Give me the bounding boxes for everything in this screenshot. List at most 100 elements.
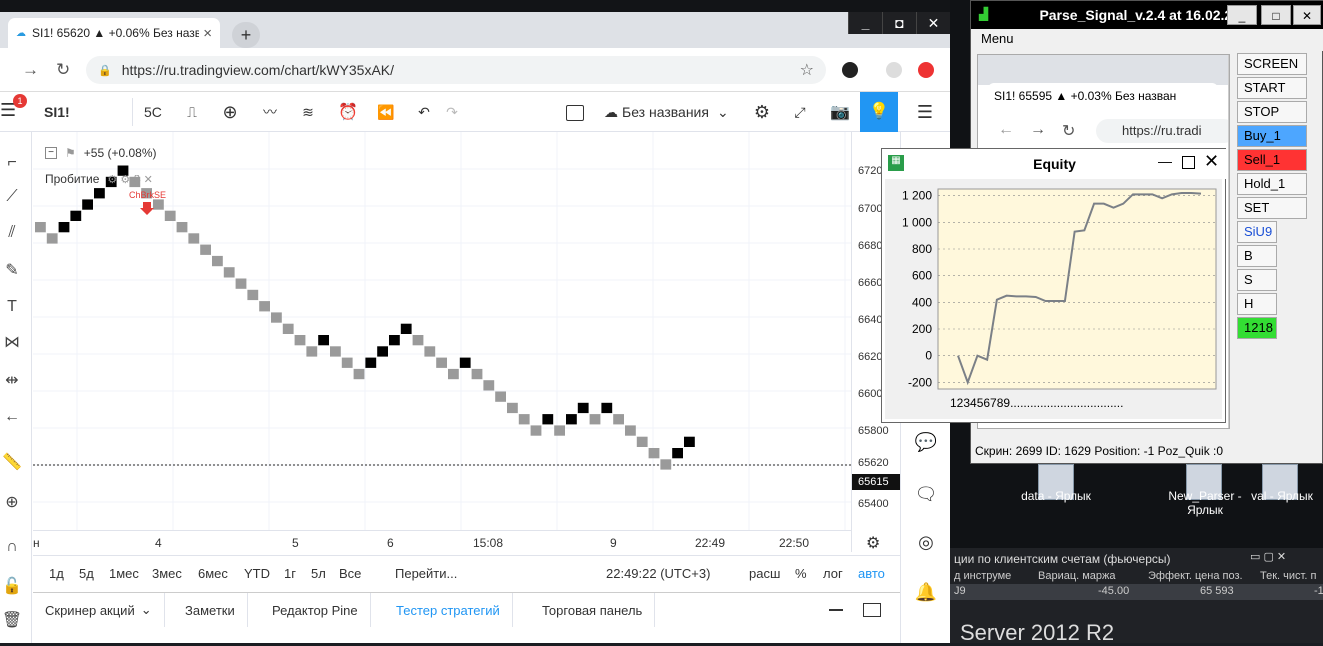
quik-window-controls[interactable]: ▭ ▢ ✕ <box>1250 550 1286 563</box>
templates-icon[interactable]: ≋ <box>294 100 322 124</box>
camera-icon[interactable]: 📷 <box>826 100 854 124</box>
extension-icon[interactable] <box>886 62 902 78</box>
equity-minimize-button[interactable]: — <box>1158 153 1172 169</box>
measure-icon[interactable]: ⇹ <box>0 370 24 390</box>
parse-button-start[interactable]: START <box>1237 77 1307 99</box>
parse-button-sell_1[interactable]: Sell_1 <box>1237 149 1307 171</box>
parse-minimize-button[interactable]: _ <box>1227 5 1257 25</box>
compare-icon[interactable]: ⊕ <box>218 100 242 124</box>
zoom-icon[interactable]: ⊕ <box>0 492 24 512</box>
bookmark-star-icon[interactable]: ☆ <box>800 60 814 80</box>
settings-icon[interactable]: ⚙ <box>750 100 774 124</box>
new-tab-button[interactable]: + <box>232 22 260 48</box>
maximize-panel-icon[interactable] <box>863 603 881 617</box>
scale-extended[interactable]: расш <box>749 566 780 581</box>
forward-icon[interactable]: → <box>22 60 39 80</box>
range-ytd[interactable]: YTD <box>244 566 270 581</box>
range-6m[interactable]: 6мес <box>198 566 228 581</box>
back-arrow-icon[interactable]: ← <box>0 408 24 426</box>
parse-maximize-button[interactable]: □ <box>1261 5 1291 25</box>
parse-button-stop[interactable]: STOP <box>1237 101 1307 123</box>
extension-icon[interactable] <box>842 62 858 78</box>
parse-menu[interactable]: Menu <box>971 29 1323 51</box>
scale-percent[interactable]: % <box>795 566 807 581</box>
equity-maximize-button[interactable] <box>1182 156 1195 169</box>
collapse-icon[interactable]: − <box>45 147 57 159</box>
parse-button-set[interactable]: SET <box>1237 197 1307 219</box>
range-1d[interactable]: 1д <box>49 566 64 581</box>
parse-button-h[interactable]: H <box>1237 293 1277 315</box>
magnet-icon[interactable]: ∩ <box>0 538 24 556</box>
quik-row[interactable]: J9 -45.00 65 593 -1 <box>950 584 1323 600</box>
time-axis[interactable]: н 4 5 6 15:08 9 22:49 22:50 <box>33 530 851 554</box>
redo-icon[interactable]: ↷ <box>440 100 464 124</box>
renko-brick <box>577 402 589 414</box>
chart-type-icon[interactable]: ⎍ <box>180 100 204 124</box>
expand-icon[interactable]: ⤢ <box>788 100 812 124</box>
crosshair-icon[interactable]: ⌐ <box>0 154 24 172</box>
notification-badge: 1 <box>13 94 27 108</box>
parse-button-hold_1[interactable]: Hold_1 <box>1237 173 1307 195</box>
scale-log[interactable]: лог <box>823 566 843 581</box>
parse-button-1218[interactable]: 1218 <box>1237 317 1277 339</box>
range-3m[interactable]: 3мес <box>152 566 182 581</box>
parse-button-siu9[interactable]: SiU9 <box>1237 221 1277 243</box>
parse-close-button[interactable]: ✕ <box>1293 5 1321 25</box>
equity-close-button[interactable]: ✕ <box>1204 151 1219 172</box>
ideas-lightbulb-icon[interactable]: 💡 <box>860 92 898 132</box>
tab-strategy-tester[interactable]: Тестер стратегий <box>384 593 513 627</box>
ruler-icon[interactable]: 📏 <box>0 452 24 472</box>
replay-icon[interactable]: ⏪ <box>374 100 398 124</box>
chart-area[interactable]: ChBrkSE − ⚑ +55 (+0.08%) Пробитие ⚙ ⚙ {}… <box>33 132 851 532</box>
brush-icon[interactable]: ✎ <box>0 260 24 280</box>
minimize-panel-icon[interactable] <box>829 609 843 611</box>
range-5d[interactable]: 5д <box>79 566 94 581</box>
range-5y[interactable]: 5л <box>311 566 326 581</box>
scale-auto[interactable]: авто <box>858 566 885 581</box>
tab-pine-editor[interactable]: Редактор Pine <box>260 593 371 627</box>
minimize-button[interactable]: _ <box>848 12 882 34</box>
interval-button[interactable]: 5С <box>144 100 162 124</box>
trendline-icon[interactable]: ⟋ <box>0 188 24 206</box>
lock-drawing-icon[interactable]: 🔓 <box>0 576 24 596</box>
study-legend[interactable]: Пробитие ⚙ ⚙ {} ✕ <box>45 172 153 186</box>
goto-date-button[interactable]: Перейти... <box>395 566 457 581</box>
layout-name-button[interactable]: ☁ Без названия ⌄ <box>604 100 729 124</box>
messages-icon[interactable]: 🗨 <box>912 484 940 512</box>
renko-brick <box>542 414 554 425</box>
parse-button-buy_1[interactable]: Buy_1 <box>1237 125 1307 147</box>
study-controls[interactable]: ⚙ ⚙ {} ✕ <box>107 173 152 186</box>
extension-icon[interactable] <box>918 62 934 78</box>
close-button[interactable]: ✕ <box>916 12 950 34</box>
reload-icon[interactable]: ↻ <box>56 60 70 80</box>
range-1y[interactable]: 1г <box>284 566 296 581</box>
range-1m[interactable]: 1мес <box>109 566 139 581</box>
undo-icon[interactable]: ↶ <box>412 100 436 124</box>
tab-close-icon[interactable]: × <box>203 25 212 42</box>
browser-tab[interactable]: ☁ SI1! 65620 ▲ +0.06% Без назван × <box>8 18 220 48</box>
chat-icon[interactable]: 💬 <box>912 432 940 460</box>
bell-icon[interactable]: 🔔 <box>912 582 940 610</box>
parse-button-s[interactable]: S <box>1237 269 1277 291</box>
range-all[interactable]: Все <box>339 566 361 581</box>
clock-timezone[interactable]: 22:49:22 (UTC+3) <box>606 566 710 581</box>
axis-settings-icon[interactable]: ⚙ <box>866 533 880 553</box>
fullscreen-box-icon[interactable] <box>566 105 584 121</box>
alert-icon[interactable]: ⏰ <box>336 100 360 124</box>
maximize-button[interactable]: ◘ <box>882 12 916 34</box>
trash-icon[interactable]: 🗑 <box>0 610 24 630</box>
pattern-icon[interactable]: ⋈ <box>0 332 24 352</box>
tab-trading-panel[interactable]: Торговая панель <box>530 593 656 627</box>
pitchfork-icon[interactable]: ⫽ <box>0 224 24 242</box>
symbol-search-button[interactable]: SI1! <box>44 100 70 124</box>
text-tool-icon[interactable]: T <box>0 298 24 316</box>
ideas-stream-icon[interactable]: ◎ <box>912 532 940 560</box>
watchlist-icon[interactable]: ☰ <box>912 100 938 124</box>
indicators-icon[interactable]: 〰 <box>256 100 284 124</box>
tab-stock-screener[interactable]: Скринер акций ⌄ <box>33 593 165 627</box>
parse-button-b[interactable]: B <box>1237 245 1277 267</box>
tab-notes[interactable]: Заметки <box>173 593 248 627</box>
scrollbar[interactable] <box>1228 55 1229 428</box>
parse-button-screen[interactable]: SCREEN <box>1237 53 1307 75</box>
omnibox[interactable]: 🔒 https://ru.tradingview.com/chart/kWY35… <box>86 56 826 84</box>
